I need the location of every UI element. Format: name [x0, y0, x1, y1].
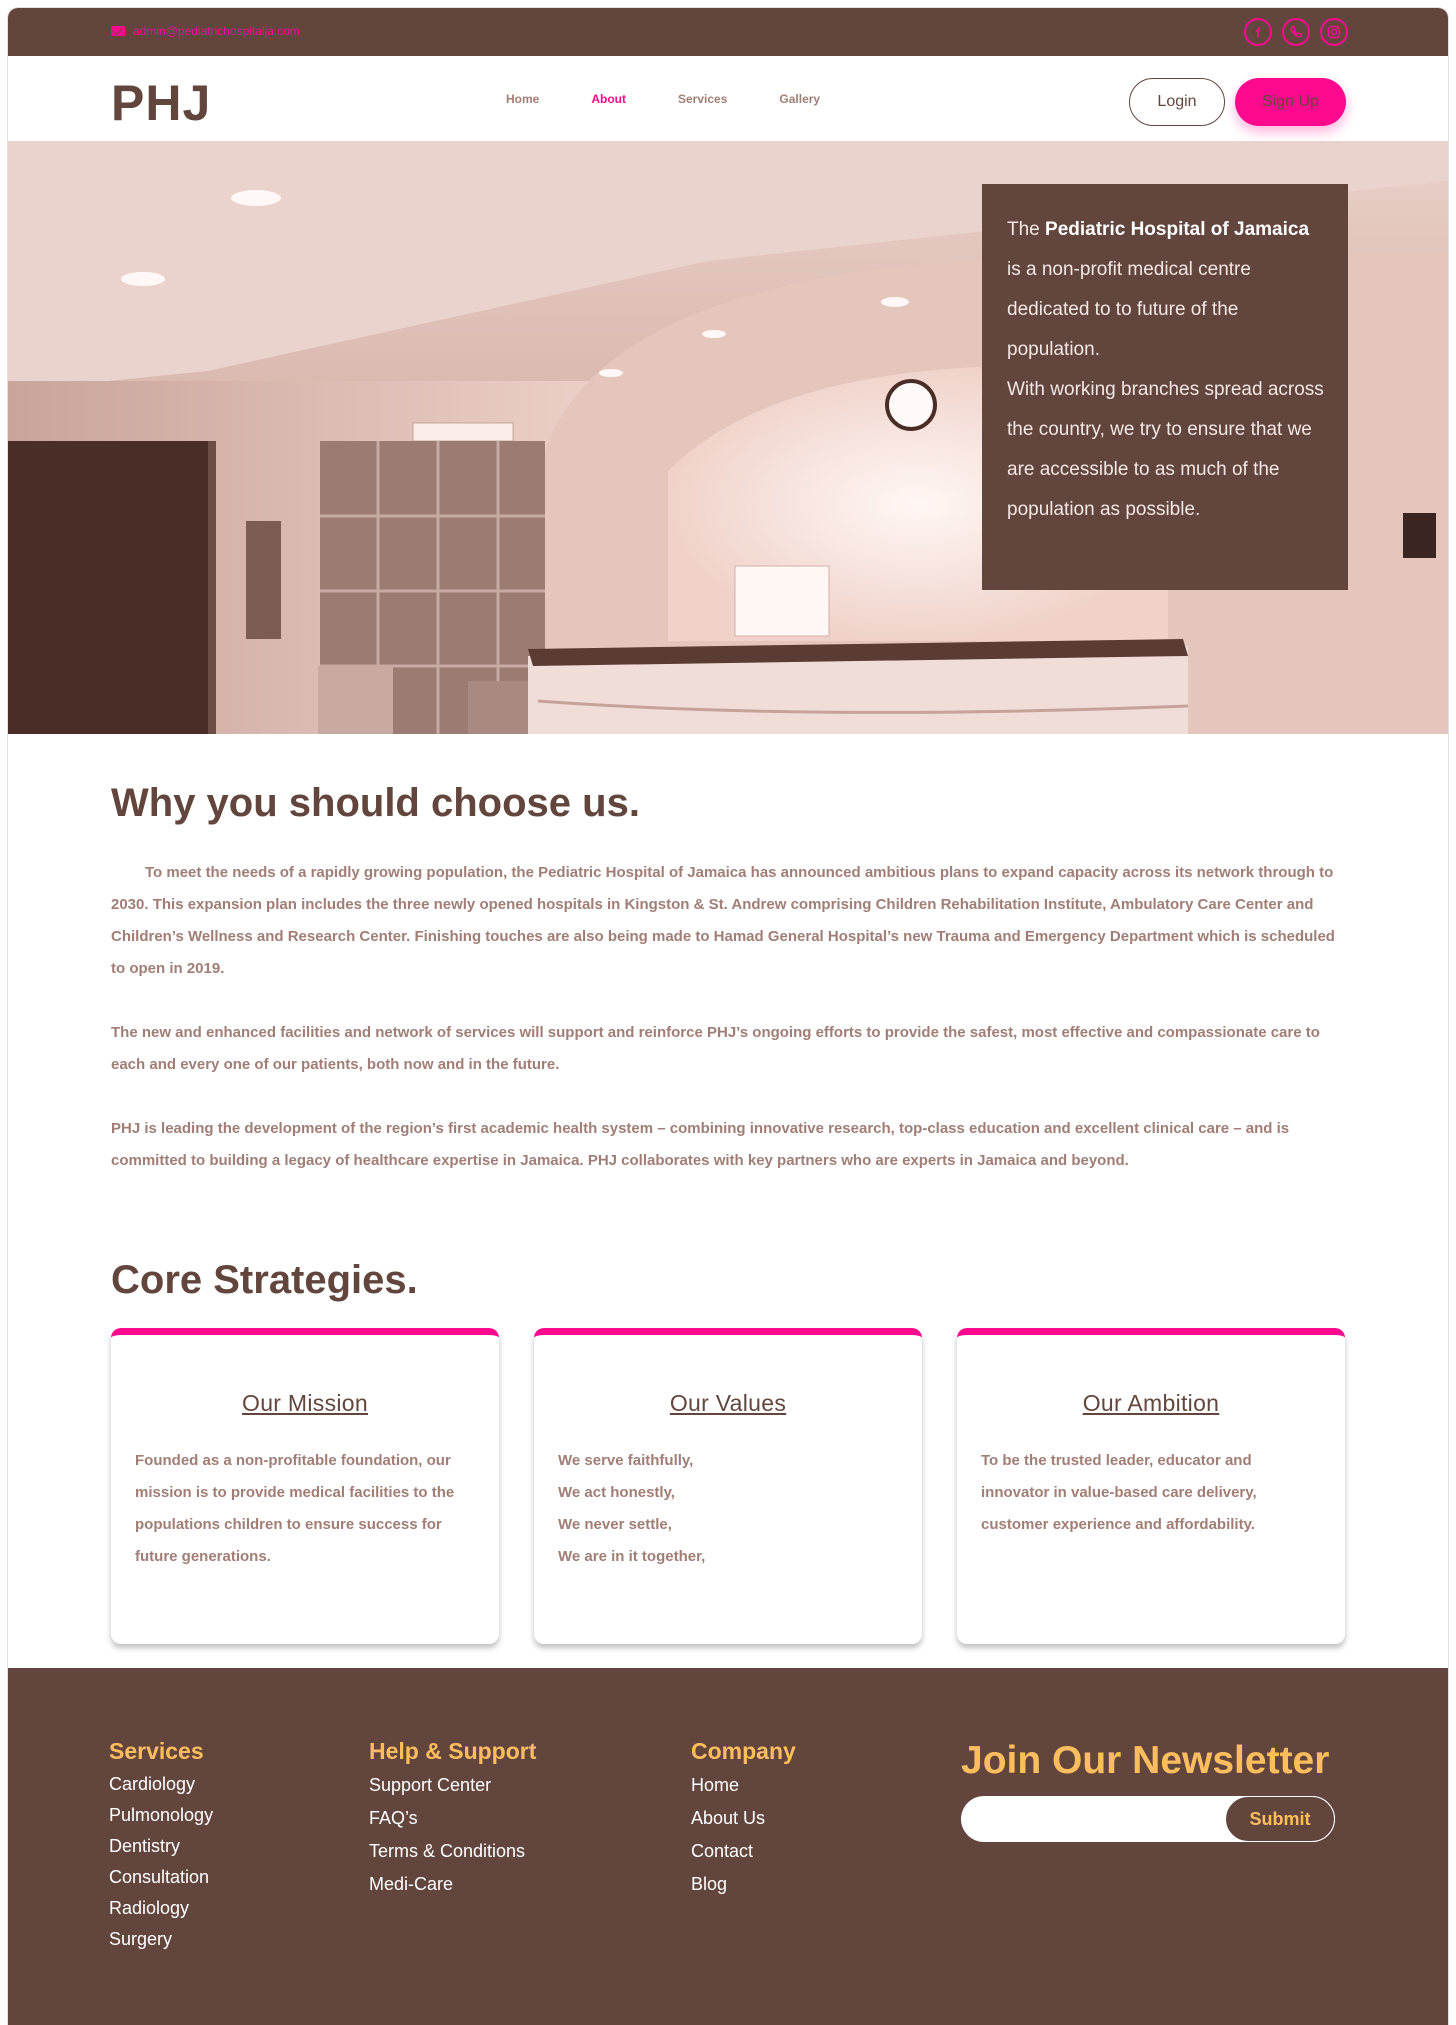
site-logo[interactable]: PHJ [111, 74, 211, 132]
why-paragraph-1: To meet the needs of a rapidly growing p… [111, 864, 1335, 977]
footer-link[interactable]: Terms & Conditions [369, 1835, 536, 1868]
login-button[interactable]: Login [1129, 78, 1225, 126]
top-bar: admin@pediatrichospitalja.com f [8, 8, 1448, 56]
hero-text-prefix: The [1007, 219, 1046, 240]
card-body: We serve faithfully, We act honestly, We… [558, 1452, 706, 1565]
why-paragraph-2: The new and enhanced facilities and netw… [111, 1024, 1320, 1073]
footer-link[interactable]: FAQ’s [369, 1802, 536, 1835]
facebook-icon[interactable]: f [1244, 18, 1272, 46]
footer-heading: Company [691, 1738, 796, 1764]
core-strategies-title: Core Strategies. [111, 1258, 418, 1302]
hero-section: The Pediatric Hospital of Jamaica is a n… [8, 141, 1448, 734]
card-ambition: Our Ambition To be the trusted leader, e… [957, 1328, 1345, 1644]
newsletter-title: Join Our Newsletter [961, 1739, 1330, 1782]
why-title: Why you should choose us. [111, 781, 640, 825]
mail-icon [111, 26, 125, 36]
footer-heading: Services [109, 1738, 204, 1764]
footer-link[interactable]: Surgery [109, 1924, 213, 1955]
hero-text-rest: is a non-profit medical centre dedicated… [1007, 259, 1251, 360]
card-body: Founded as a non-profitable foundation, … [135, 1452, 455, 1565]
card-title: Our Mission [242, 1390, 368, 1416]
footer-link[interactable]: Cardiology [109, 1769, 213, 1800]
whatsapp-icon[interactable] [1282, 18, 1310, 46]
page-frame: admin@pediatrichospitalja.com f PHJ Home… [8, 8, 1448, 2025]
instagram-icon[interactable] [1320, 18, 1348, 46]
hero-text-branches: With working branches spread across the … [1007, 379, 1324, 520]
card-mission: Our Mission Founded as a non-profitable … [111, 1328, 499, 1644]
hero-info-card: The Pediatric Hospital of Jamaica is a n… [982, 184, 1348, 590]
newsletter-input[interactable]: Submit [961, 1796, 1335, 1842]
footer-services: Services Cardiology Pulmonology Dentistr… [109, 1738, 213, 1955]
footer-link[interactable]: Blog [691, 1868, 796, 1901]
footer-link[interactable]: Support Center [369, 1769, 536, 1802]
main-nav: PHJ Home About Services Gallery Login Si… [8, 56, 1448, 141]
footer-link[interactable]: Medi-Care [369, 1868, 536, 1901]
nav-item-services[interactable]: Services [678, 92, 727, 106]
contact-email[interactable]: admin@pediatrichospitalja.com [111, 24, 300, 38]
footer-link[interactable]: Contact [691, 1835, 796, 1868]
footer-company: Company Home About Us Contact Blog [691, 1738, 796, 1901]
footer-link[interactable]: About Us [691, 1802, 796, 1835]
card-body: To be the trusted leader, educator and i… [981, 1452, 1257, 1533]
footer-link[interactable]: Home [691, 1769, 796, 1802]
nav-item-gallery[interactable]: Gallery [779, 92, 820, 106]
card-title: Our Values [669, 1390, 787, 1416]
strategy-cards: Our Mission Founded as a non-profitable … [111, 1328, 1351, 1648]
nav-menu: Home About Services Gallery [506, 92, 820, 106]
site-footer: Services Cardiology Pulmonology Dentistr… [8, 1668, 1448, 2025]
card-title: Our Ambition [1082, 1390, 1220, 1416]
nav-item-about[interactable]: About [591, 92, 626, 106]
social-links: f [1244, 18, 1348, 46]
footer-link[interactable]: Pulmonology [109, 1800, 213, 1831]
footer-help: Help & Support Support Center FAQ’s Term… [369, 1738, 536, 1901]
nav-item-home[interactable]: Home [506, 92, 539, 106]
hero-hospital-name: Pediatric Hospital of Jamaica [1045, 219, 1310, 240]
footer-heading: Help & Support [369, 1738, 537, 1764]
footer-link[interactable]: Consultation [109, 1862, 213, 1893]
newsletter-submit-button[interactable]: Submit [1225, 1796, 1335, 1842]
signup-button[interactable]: Sign Up [1235, 78, 1346, 126]
email-text[interactable]: admin@pediatrichospitalja.com [133, 24, 300, 38]
footer-link[interactable]: Dentistry [109, 1831, 213, 1862]
footer-link[interactable]: Radiology [109, 1893, 213, 1924]
card-values: Our Values We serve faithfully, We act h… [534, 1328, 922, 1644]
why-paragraph-3: PHJ is leading the development of the re… [111, 1120, 1290, 1169]
